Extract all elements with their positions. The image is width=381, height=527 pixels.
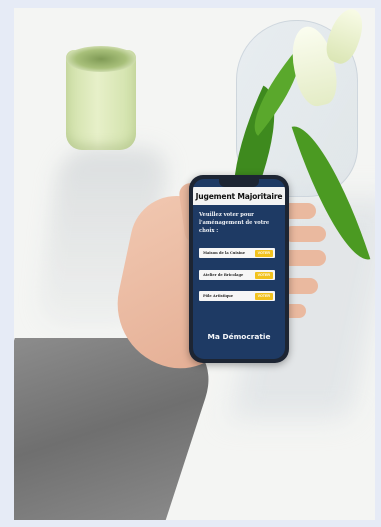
smartphone: Jugement Majoritaire Veuillez voter pour… [189, 175, 289, 363]
choice-label: Pôle Artistique [203, 294, 234, 298]
lily-flower [321, 8, 369, 68]
vote-button[interactable]: VOTER [254, 249, 273, 257]
vote-button[interactable]: VOTER [254, 292, 273, 300]
phone-screen: Jugement Majoritaire Veuillez voter pour… [193, 179, 285, 359]
matcha-cup-top [66, 46, 136, 72]
app-header: Jugement Majoritaire [193, 187, 285, 205]
choice-label: Atelier de Bricolage [203, 273, 244, 277]
vote-button[interactable]: VOTER [254, 271, 273, 279]
brand-footer: Ma Démocratie [207, 332, 271, 341]
choice-row: Atelier de Bricolage VOTER [199, 270, 275, 280]
choice-row: Pôle Artistique VOTER [199, 291, 275, 301]
phone-notch [219, 179, 259, 187]
app-title: Jugement Majoritaire [195, 191, 283, 201]
choice-label: Maison de la Cuisine [203, 251, 246, 255]
finger [284, 226, 326, 242]
photo-frame: Jugement Majoritaire Veuillez voter pour… [14, 8, 375, 520]
vote-prompt: Veuillez voter pour l'aménagement de vot… [199, 212, 270, 235]
choice-row: Maison de la Cuisine VOTER [199, 248, 275, 258]
